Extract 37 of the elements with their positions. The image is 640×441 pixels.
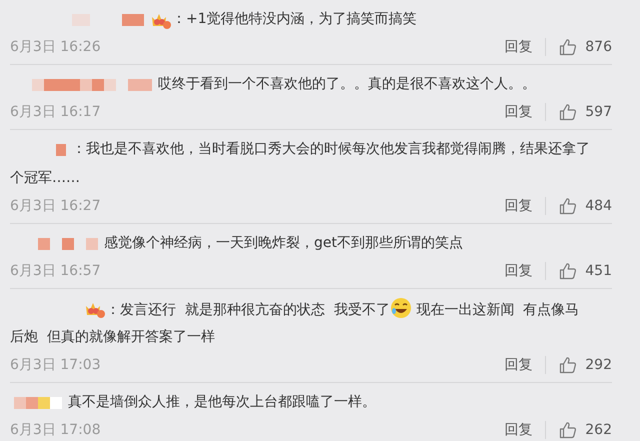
thumbs-up-icon[interactable] [559, 38, 578, 56]
like-count: 876 [585, 38, 612, 56]
comment-text: ：+1觉得他特没内涵，为了搞笑而搞笑 [172, 10, 417, 29]
reply-link[interactable]: 回复 [504, 260, 532, 282]
like-count: 484 [585, 196, 612, 216]
username-mosaic-drawing [72, 14, 144, 26]
username-mosaic-drawing [38, 238, 98, 250]
like-count: 597 [585, 102, 612, 122]
comment-text: 后炮 但真的就像解开答案了一样 [10, 328, 215, 347]
comment-text: 哎终于看到一个不喜欢他的了。。真的是很不喜欢这个人。。 [158, 75, 536, 94]
reply-link[interactable]: 回复 [504, 196, 532, 216]
username-mosaic-drawing [56, 144, 66, 156]
reply-link[interactable]: 回复 [504, 354, 532, 376]
comment-text: 真不是墙倒众人推，是他每次上台都跟嗑了一样。 [68, 393, 376, 412]
comment-text: 个冠军…… [10, 169, 80, 188]
comment-text: ：我也是不喜欢他，当时看脱口秀大会的时候每次他发言我都觉得闹腾，结果还拿了 [72, 140, 590, 159]
reply-link[interactable]: 回复 [504, 102, 532, 122]
thumbs-up-icon[interactable] [559, 103, 578, 121]
like-count: 451 [585, 262, 612, 280]
comment-time: 6月3日 17:08 [10, 420, 101, 440]
reply-link[interactable]: 回复 [504, 36, 532, 58]
comment-time: 6月3日 16:57 [10, 262, 101, 280]
like-count: 292 [585, 356, 612, 374]
username-mosaic-drawing [14, 396, 62, 408]
comment-time: 6月3日 17:03 [10, 356, 101, 374]
like-count: 262 [585, 420, 612, 440]
reply-link[interactable]: 回复 [504, 420, 532, 440]
thumbs-up-icon[interactable] [559, 197, 578, 215]
thumbs-up-icon[interactable] [559, 262, 578, 280]
comment-text: ：发言还行 就是那种很亢奋的状态 我受不了 现在一出这新闻 有点像马 [106, 296, 580, 320]
comment-time: 6月3日 16:26 [10, 38, 101, 56]
thumbs-up-icon[interactable] [559, 421, 578, 439]
laughing-emoji-icon [390, 296, 412, 318]
comment-time: 6月3日 16:27 [10, 196, 101, 216]
comment-time: 6月3日 16:17 [10, 102, 101, 122]
comment-text: 感觉像个神经病，一天到晚炸裂，get不到那些所谓的笑点 [104, 234, 463, 253]
thumbs-up-icon[interactable] [559, 356, 578, 374]
